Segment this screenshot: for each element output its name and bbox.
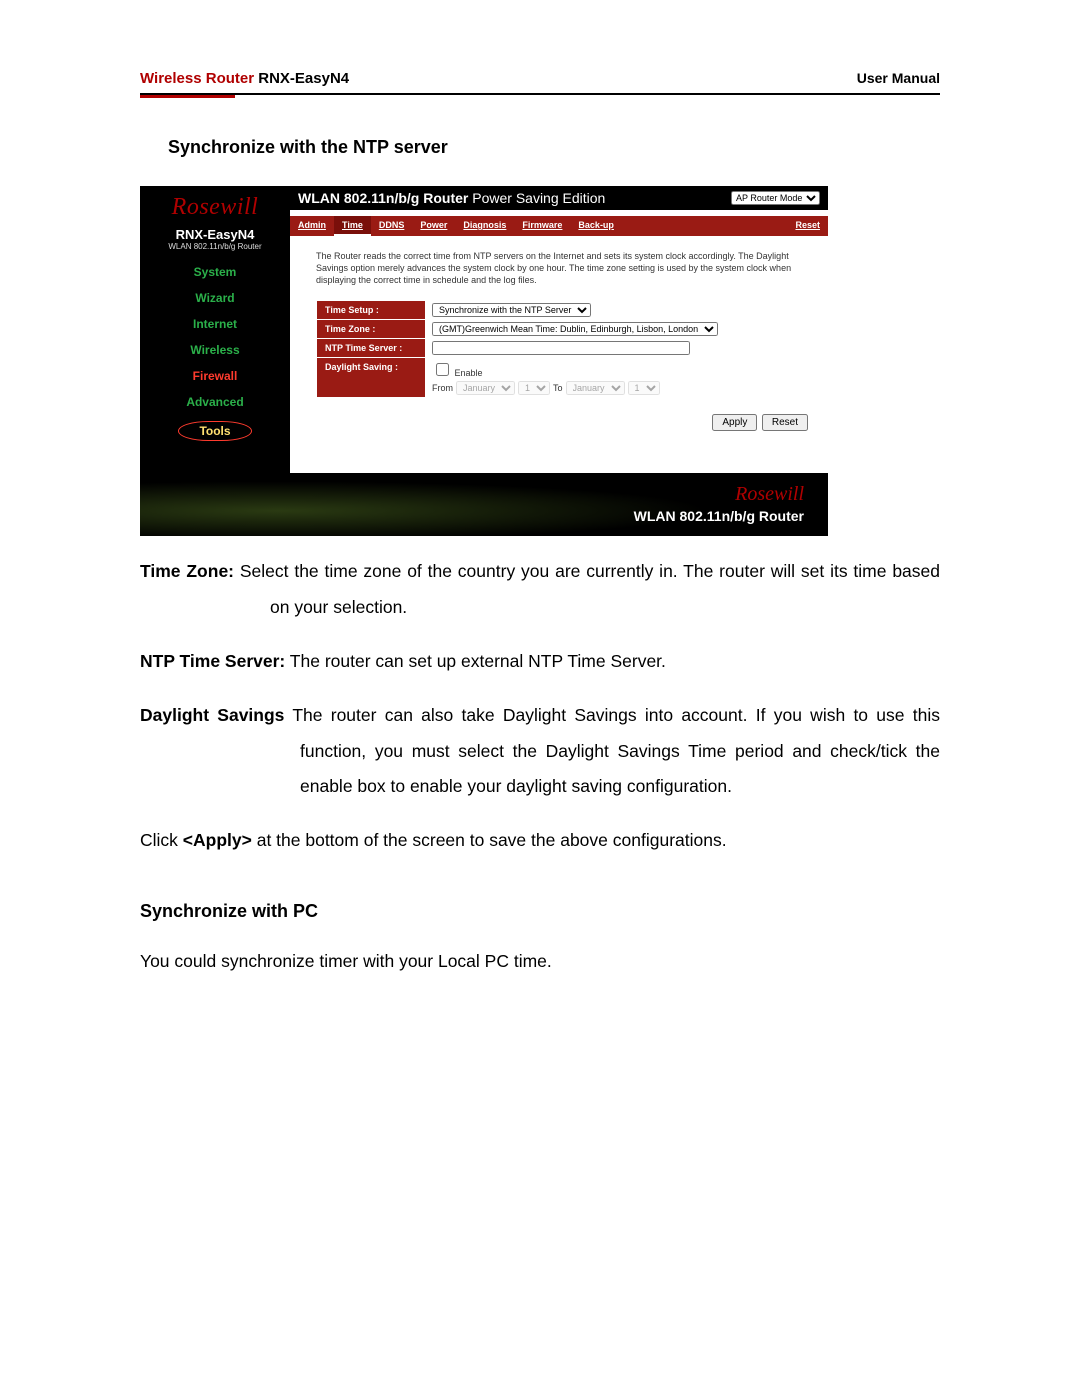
form-buttons: Apply Reset — [316, 414, 808, 431]
tab-diagnosis[interactable]: Diagnosis — [455, 216, 514, 236]
tab-time[interactable]: Time — [334, 216, 371, 236]
footer-logo: Rosewill — [164, 483, 804, 506]
tz-paragraph: Time Zone: Select the time zone of the c… — [140, 554, 940, 626]
label-time-setup: Time Setup : — [317, 301, 425, 319]
tab-power[interactable]: Power — [412, 216, 455, 236]
enable-label: Enable — [455, 368, 483, 378]
to-day-select[interactable]: 1 — [628, 381, 660, 395]
router-tabs: Admin Time DDNS Power Diagnosis Firmware… — [290, 216, 828, 236]
apply-bold: <Apply> — [183, 830, 252, 850]
nav-advanced[interactable]: Advanced — [140, 395, 290, 409]
from-day-select[interactable]: 1 — [518, 381, 550, 395]
wireless-router-label: Wireless Router — [140, 70, 254, 87]
tab-reset[interactable]: Reset — [787, 216, 828, 236]
mode-select[interactable]: AP Router Mode — [731, 191, 820, 205]
nav-firewall[interactable]: Firewall — [140, 369, 290, 383]
tab-backup[interactable]: Back-up — [570, 216, 622, 236]
rosewill-logo: Rosewill — [140, 194, 290, 221]
label-daylight: Daylight Saving : — [317, 358, 425, 397]
router-titlebar: WLAN 802.11n/b/g Router Power Saving Edi… — [290, 186, 828, 210]
ds-bold: Daylight Savings — [140, 705, 284, 725]
router-title: WLAN 802.11n/b/g Router Power Saving Edi… — [298, 190, 605, 206]
sidebar-nav: System Wizard Internet Wireless Firewall… — [140, 265, 290, 441]
manual-text: Time Zone: Select the time zone of the c… — [140, 554, 940, 980]
ntp-paragraph: NTP Time Server: The router can set up e… — [140, 644, 940, 680]
apply-pre: Click — [140, 830, 183, 850]
from-month-select[interactable]: January — [456, 381, 515, 395]
user-manual-label: User Manual — [857, 70, 940, 86]
router-screenshot: Rosewill RNX-EasyN4 WLAN 802.11n/b/g Rou… — [140, 186, 828, 536]
sidebar-wlan: WLAN 802.11n/b/g Router — [140, 242, 290, 251]
enable-checkbox[interactable] — [436, 363, 449, 376]
time-form: Time Setup : Synchronize with the NTP Se… — [316, 300, 725, 398]
tab-firmware[interactable]: Firmware — [514, 216, 570, 236]
sync-pc-body: You could synchronize timer with your Lo… — [140, 944, 940, 980]
ds-paragraph: Daylight Savings The router can also tak… — [140, 698, 940, 806]
apply-paragraph: Click <Apply> at the bottom of the scree… — [140, 823, 940, 859]
router-content: The Router reads the correct time from N… — [290, 236, 828, 451]
nav-wizard[interactable]: Wizard — [140, 291, 290, 305]
model-label: RNX-EasyN4 — [258, 70, 349, 87]
sidebar-model: RNX-EasyN4 — [140, 227, 290, 242]
router-description: The Router reads the correct time from N… — [316, 250, 808, 286]
router-sidebar: Rosewill RNX-EasyN4 WLAN 802.11n/b/g Rou… — [140, 186, 290, 473]
nav-tools-label: Tools — [178, 421, 251, 441]
tab-admin[interactable]: Admin — [290, 216, 334, 236]
router-title-rest: Power Saving Edition — [468, 190, 605, 206]
doc-header: Wireless Router RNX-EasyN4 User Manual — [140, 70, 940, 95]
label-time-zone: Time Zone : — [317, 320, 425, 338]
tz-text: Select the time zone of the country you … — [234, 561, 940, 617]
tab-ddns[interactable]: DDNS — [371, 216, 413, 236]
router-title-bold: WLAN 802.11n/b/g Router — [298, 190, 468, 206]
apply-button[interactable]: Apply — [712, 414, 757, 431]
ntp-text: The router can set up external NTP Time … — [285, 651, 666, 671]
to-label: To — [553, 383, 563, 393]
section-heading-syncpc: Synchronize with PC — [140, 893, 940, 930]
manual-page: Wireless Router RNX-EasyN4 User Manual S… — [0, 0, 1080, 1397]
reset-button[interactable]: Reset — [762, 414, 808, 431]
ntp-bold: NTP Time Server: — [140, 651, 285, 671]
router-footer: Rosewill WLAN 802.11n/b/g Router — [140, 473, 828, 536]
time-zone-select[interactable]: (GMT)Greenwich Mean Time: Dublin, Edinbu… — [432, 322, 718, 336]
nav-tools[interactable]: Tools — [140, 421, 290, 441]
doc-header-left: Wireless Router RNX-EasyN4 — [140, 70, 349, 87]
label-ntp: NTP Time Server : — [317, 339, 425, 357]
section-heading-ntp: Synchronize with the NTP server — [168, 137, 940, 158]
daylight-range-row: From January 1 To January 1 — [432, 381, 718, 395]
to-month-select[interactable]: January — [566, 381, 625, 395]
tz-bold: Time Zone: — [140, 561, 234, 581]
footer-text: WLAN 802.11n/b/g Router — [164, 508, 804, 524]
from-label: From — [432, 383, 453, 393]
ds-text: The router can also take Daylight Saving… — [284, 705, 940, 797]
daylight-enable-row: Enable — [432, 360, 718, 379]
apply-post: at the bottom of the screen to save the … — [252, 830, 727, 850]
ntp-server-input[interactable] — [432, 341, 690, 355]
router-main: WLAN 802.11n/b/g Router Power Saving Edi… — [290, 186, 828, 473]
nav-internet[interactable]: Internet — [140, 317, 290, 331]
nav-wireless[interactable]: Wireless — [140, 343, 290, 357]
time-setup-select[interactable]: Synchronize with the NTP Server — [432, 303, 591, 317]
nav-system[interactable]: System — [140, 265, 290, 279]
